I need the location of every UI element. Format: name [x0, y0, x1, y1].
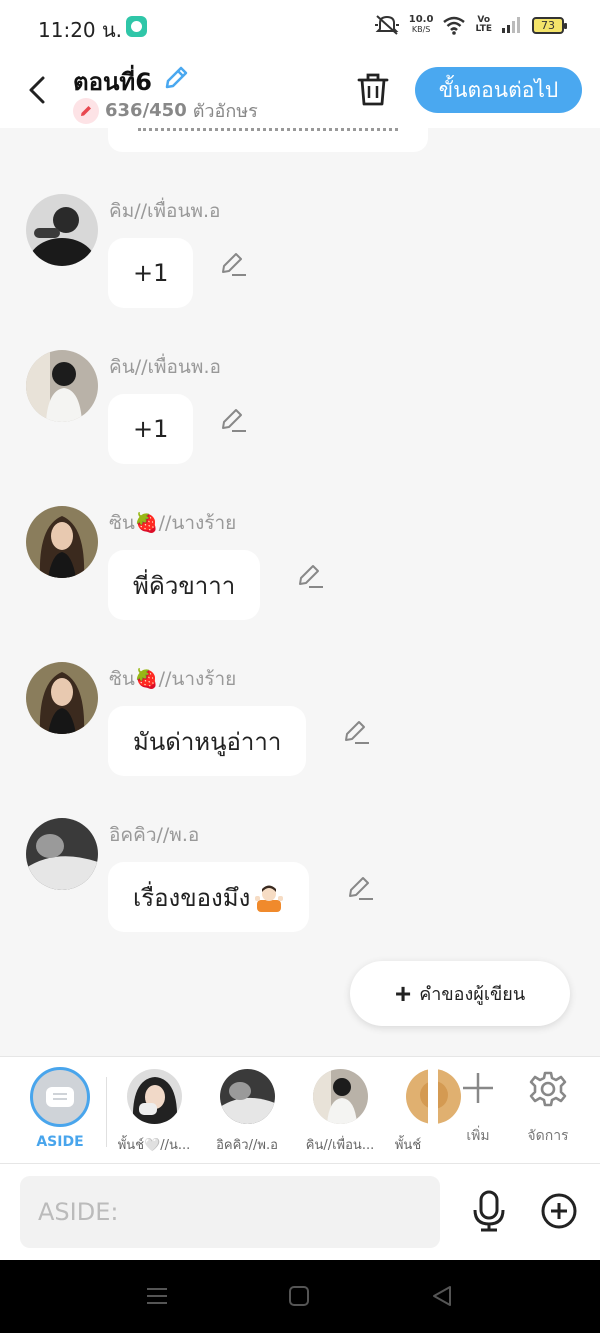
gear-icon[interactable] — [528, 1069, 568, 1109]
sender-name: คิน//เพื่อนพ.อ — [109, 356, 221, 378]
sender-name: ซิน🍓//นางร้าย — [109, 512, 237, 534]
character-name: อิคคิว//พ.อ — [216, 1138, 278, 1153]
chat-area[interactable]: คิม//เพื่อนพ.อ +1 คิน//เพื่อนพ.อ +1 ซิน🍓… — [0, 128, 600, 1056]
back-arrow-icon[interactable] — [24, 74, 50, 106]
signal-icon — [502, 17, 520, 33]
message-bubble[interactable]: +1 — [108, 394, 194, 464]
avatar[interactable] — [26, 662, 98, 734]
edit-message-pencil-icon[interactable] — [347, 874, 375, 902]
count-pencil-icon — [73, 97, 99, 124]
editor-header: ตอนที่6 636/450 ตัวอักษร ขั้นตอนต่อไป — [0, 54, 600, 128]
message-input[interactable] — [20, 1176, 440, 1248]
message-bubble[interactable]: +1 — [108, 238, 194, 308]
author-note-button[interactable]: + คำของผู้เขียน — [350, 961, 570, 1026]
chat-message: ซิน🍓//นางร้าย พี่คิวขาาา — [0, 506, 600, 646]
system-back-icon[interactable] — [430, 1284, 454, 1308]
divider — [106, 1077, 107, 1147]
input-bar — [0, 1164, 600, 1260]
edit-message-pencil-icon[interactable] — [220, 406, 248, 434]
avatar[interactable] — [26, 350, 98, 422]
message-text: เรื่องของมึง — [133, 883, 251, 912]
add-character-icon[interactable] — [459, 1069, 497, 1107]
character-avatar[interactable] — [220, 1069, 275, 1124]
recent-apps-icon[interactable] — [146, 1285, 168, 1307]
microphone-icon[interactable] — [470, 1190, 508, 1232]
character-unit: ตัวอักษร — [192, 101, 258, 122]
mute-bell-icon — [374, 15, 399, 35]
edit-title-pencil-icon[interactable] — [162, 64, 190, 92]
system-navigation-bar — [0, 1260, 600, 1333]
scroll-fade — [428, 1057, 438, 1163]
character-avatar[interactable] — [127, 1069, 182, 1124]
add-character-label[interactable]: เพิ่ม — [440, 1125, 516, 1147]
add-plus-circle-icon[interactable] — [540, 1192, 578, 1230]
volte-indicator: Vo LTE — [475, 15, 492, 34]
author-note-label: คำของผู้เขียน — [419, 984, 526, 1004]
message-text: +1 — [133, 259, 169, 287]
partial-message-bubble[interactable] — [108, 128, 428, 152]
battery-indicator: 73 — [532, 16, 567, 34]
character-count: 636/450 — [105, 100, 187, 121]
message-text: พี่คิวขาาา — [133, 571, 236, 600]
notification-app-icon — [126, 16, 147, 37]
status-time: 11:20 น. — [38, 18, 123, 42]
plus-icon: + — [394, 977, 412, 1009]
sender-name: ซิน🍓//นางร้าย — [109, 668, 237, 690]
message-bubble[interactable]: พี่คิวขาาา — [108, 550, 261, 620]
status-bar: 11:20 น. 10.0 KB/S Vo LTE 73 — [0, 0, 600, 54]
character-count-row: 636/450 ตัวอักษร — [73, 96, 258, 125]
edit-message-pencil-icon[interactable] — [220, 250, 248, 278]
message-text: มันด่าหนูอ่าาา — [133, 727, 282, 756]
edit-message-pencil-icon[interactable] — [343, 718, 371, 746]
edit-message-pencil-icon[interactable] — [297, 562, 325, 590]
aside-bubble-icon — [46, 1087, 74, 1107]
status-icons: 10.0 KB/S Vo LTE 73 — [374, 14, 567, 36]
manage-label[interactable]: จัดการ — [510, 1125, 586, 1147]
aside-label: ASIDE — [36, 1134, 84, 1150]
sender-name: คิม//เพื่อนพ.อ — [109, 200, 221, 222]
avatar[interactable] — [26, 506, 98, 578]
character-selector-bar: ASIDE พั้นช์🤍//น... อิคคิว//พ.อ คิน//เพื… — [0, 1056, 600, 1164]
aside-character-button[interactable] — [30, 1067, 90, 1127]
network-speed: 10.0 KB/S — [408, 14, 434, 35]
character-name: พั้นช์ — [394, 1138, 422, 1153]
message-bubble[interactable]: เรื่องของมึง — [108, 862, 310, 932]
message-bubble[interactable]: มันด่าหนูอ่าาา — [108, 706, 307, 776]
chat-message: ซิน🍓//นางร้าย มันด่าหนูอ่าาา — [0, 662, 600, 802]
chat-message: คิน//เพื่อนพ.อ +1 — [0, 350, 600, 490]
person-shrugging-emoji-icon — [255, 885, 284, 912]
message-text: +1 — [133, 415, 169, 443]
character-name: คิน//เพื่อน... — [305, 1138, 375, 1153]
sender-name: อิคคิว//พ.อ — [109, 824, 200, 846]
avatar[interactable] — [26, 194, 98, 266]
home-icon[interactable] — [289, 1286, 309, 1306]
next-step-button[interactable]: ขั้นตอนต่อไป — [415, 67, 582, 113]
avatar[interactable] — [26, 818, 98, 890]
chat-message: คิม//เพื่อนพ.อ +1 — [0, 194, 600, 334]
character-name: พั้นช์🤍//น... — [117, 1138, 191, 1153]
trash-icon[interactable] — [356, 72, 390, 108]
chat-message: อิคคิว//พ.อ เรื่องของมึง — [0, 818, 600, 958]
wifi-icon — [443, 16, 466, 35]
character-avatar[interactable] — [313, 1069, 368, 1124]
